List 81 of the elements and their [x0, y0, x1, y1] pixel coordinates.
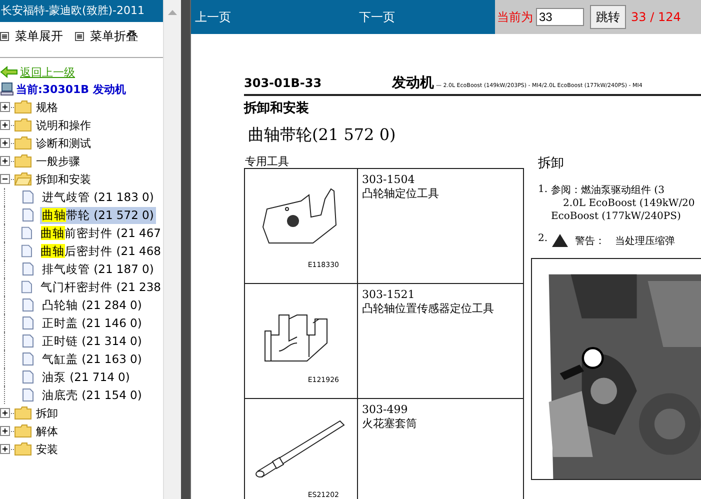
tree-item[interactable]: 凸轮轴 (21 284 0) — [40, 296, 144, 314]
tree-item[interactable]: 进气歧管 (21 183 0) — [40, 188, 156, 206]
folder-icon — [14, 154, 32, 168]
folder-icon — [14, 136, 32, 150]
tree-item[interactable]: 曲轴带轮 (21 572 0) — [40, 206, 156, 224]
tree-item[interactable]: 油底壳 (21 154 0) — [40, 386, 144, 404]
current-page-label: 当前为 — [497, 8, 533, 26]
page-count: 33 / 124 — [631, 10, 681, 24]
folder-icon — [14, 100, 32, 114]
step-number: 2. — [538, 233, 549, 246]
tool-number: 303-1504 — [362, 173, 416, 186]
expand-icon[interactable] — [0, 138, 11, 148]
document-icon — [21, 280, 33, 294]
folder-icon — [14, 424, 32, 438]
step-text: 参阅：燃油泵驱动组件 (3 — [551, 184, 666, 197]
expand-icon[interactable] — [0, 426, 11, 436]
tree-item[interactable]: 排气歧管 (21 187 0) — [40, 260, 156, 278]
previous-page-link[interactable]: 上一页 — [191, 8, 355, 26]
tree-item[interactable]: 拆卸 — [36, 406, 58, 420]
expand-icon[interactable] — [0, 156, 11, 166]
folder-icon — [14, 118, 32, 132]
sidebar-title: 长安福特-蒙迪欧(致胜)-2011 — [0, 0, 163, 22]
tool-name: 凸轮轴定位工具 — [362, 186, 439, 201]
document-icon — [22, 262, 34, 276]
folder-icon — [14, 172, 32, 186]
tree-item[interactable]: 一般步骤 — [36, 154, 80, 168]
folder-icon — [14, 442, 32, 456]
document-icon — [22, 334, 34, 348]
current-location: 当前:30301B 发动机 — [16, 82, 126, 96]
step-text: 2.0L EcoBoost (149kW/20 — [563, 197, 695, 210]
document-icon — [21, 226, 33, 240]
expand-icon[interactable] — [0, 444, 11, 454]
chapter-title: 发动机 — [392, 74, 434, 92]
tool-number: 303-1521 — [362, 288, 416, 301]
tree-item[interactable]: 拆卸和安装 — [36, 172, 91, 186]
tools-caption: 专用工具 — [245, 156, 290, 168]
tree-item[interactable]: 解体 — [36, 424, 58, 438]
tree-item[interactable]: 正时盖 (21 146 0) — [40, 314, 144, 332]
computer-icon — [0, 82, 14, 96]
section-title: 拆卸和安装 — [244, 100, 310, 117]
expand-icon[interactable] — [0, 102, 11, 112]
document-icon — [22, 298, 34, 312]
menu-action[interactable]: 菜单折叠 — [75, 28, 138, 45]
tree-item[interactable]: 油泵 (21 714 0) — [40, 368, 132, 386]
step-number: 1. — [538, 184, 549, 197]
jump-button[interactable]: 跳转 — [590, 5, 626, 29]
warning-text: 当处理压缩弹 — [615, 234, 675, 248]
expand-icon[interactable] — [0, 408, 11, 418]
tree-item[interactable]: 气缸盖 (21 163 0) — [40, 350, 144, 368]
document-icon — [22, 316, 34, 330]
folder-icon — [14, 406, 32, 420]
list-icon — [75, 32, 84, 41]
warning-icon — [551, 233, 569, 248]
document-icon — [21, 244, 33, 258]
back-arrow-icon — [0, 66, 18, 78]
tool-number: 303-499 — [362, 403, 409, 416]
menu-action[interactable]: 菜单展开 — [0, 28, 63, 45]
tree-item[interactable]: 正时链 (21 314 0) — [40, 332, 144, 350]
tree-item[interactable]: 说明和操作 — [36, 118, 91, 132]
document-icon — [22, 370, 34, 384]
tree-item[interactable]: 曲轴后密封件 (21 468 — [38, 242, 163, 260]
expand-icon[interactable] — [0, 120, 11, 130]
warning-label: 警告： — [575, 234, 605, 248]
document-icon — [22, 388, 34, 402]
tool-name: 凸轮轴位置传感器定位工具 — [362, 301, 494, 316]
tool-name: 火花塞套筒 — [362, 416, 417, 431]
procedure-title: 曲轴带轮(21 572 0) — [248, 125, 397, 146]
document-icon — [22, 208, 34, 222]
document-icon — [22, 352, 34, 366]
collapse-icon[interactable] — [0, 174, 11, 184]
page-code: 303-01B-33 — [244, 76, 323, 90]
removal-heading: 拆卸 — [538, 155, 565, 172]
page-input[interactable]: 33 — [536, 8, 584, 26]
tree-item[interactable]: 安装 — [36, 442, 58, 456]
back-link[interactable]: 返回上一级 — [20, 64, 75, 80]
next-page-link[interactable]: 下一页 — [355, 8, 495, 26]
tree-item[interactable]: 气门杆密封件 (21 238 — [38, 278, 163, 296]
tree-item[interactable]: 规格 — [36, 100, 58, 114]
tree-item[interactable]: 诊断和测试 — [36, 136, 91, 150]
document-icon — [22, 190, 34, 204]
step-text: EcoBoost (177kW/240PS) — [551, 210, 682, 223]
